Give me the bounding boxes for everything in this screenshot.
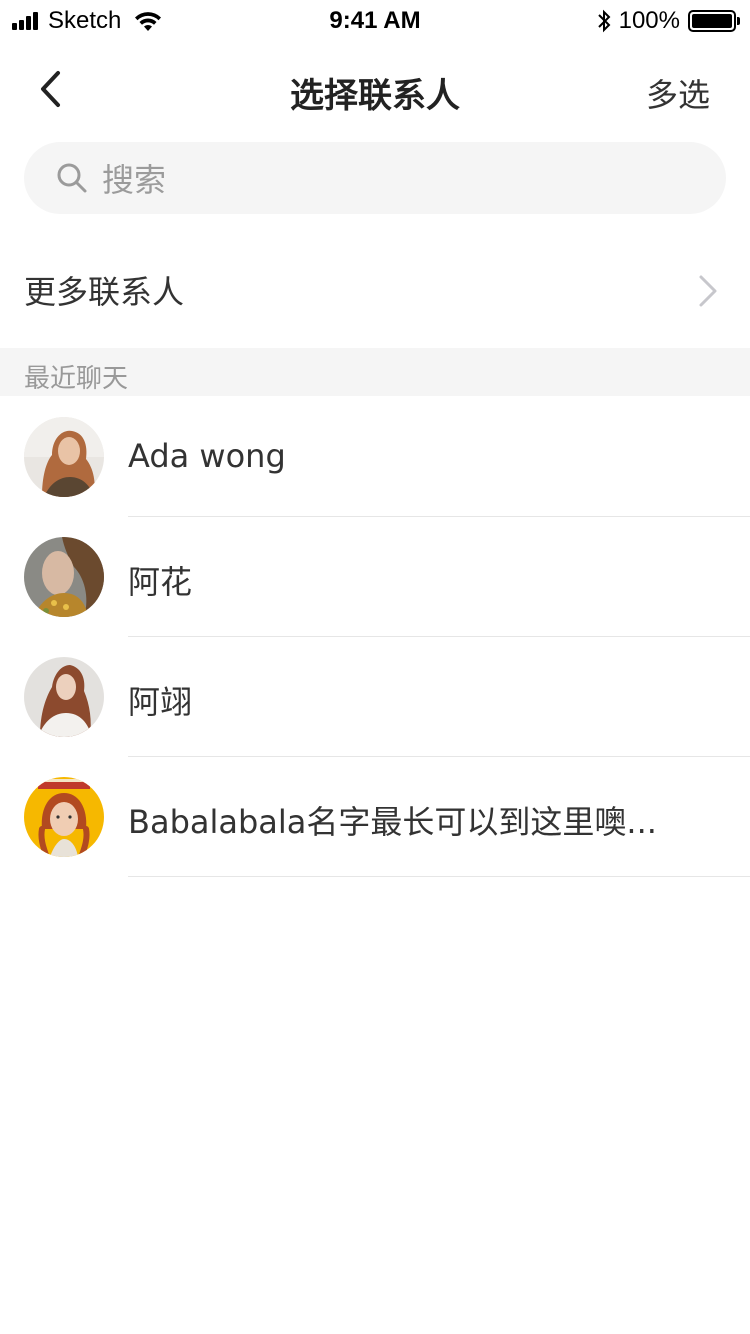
- contact-row[interactable]: Ada wong: [0, 397, 750, 517]
- avatar: [24, 537, 104, 617]
- contact-name: 阿翊: [128, 683, 193, 721]
- row-divider: [128, 876, 750, 877]
- contact-list: Ada wong 阿花 阿翊 Babalabala名字最长可以到这里噢...: [0, 397, 750, 877]
- search-placeholder: 搜索: [102, 161, 167, 199]
- contact-picker-screen: Sketch 9:41 AM 100% 选择联系人 多选 搜索 更多联系人 最近…: [0, 0, 750, 1334]
- contact-name: 阿花: [128, 563, 193, 601]
- status-right: 100%: [597, 7, 740, 34]
- nav-bar: 选择联系人 多选: [0, 40, 750, 138]
- status-bar: Sketch 9:41 AM 100%: [0, 0, 750, 40]
- search-input[interactable]: 搜索: [24, 142, 726, 214]
- more-contacts-row[interactable]: 更多联系人: [0, 232, 750, 348]
- bluetooth-icon: [597, 9, 611, 33]
- contact-row[interactable]: 阿翊: [0, 637, 750, 757]
- page-title: 选择联系人: [290, 76, 460, 116]
- more-contacts-label: 更多联系人: [24, 273, 185, 311]
- multi-select-button[interactable]: 多选: [646, 70, 710, 116]
- contact-row[interactable]: 阿花: [0, 517, 750, 637]
- contact-name: Ada wong: [128, 437, 286, 475]
- section-label: 最近聊天: [24, 364, 129, 394]
- battery-icon: [688, 10, 740, 32]
- avatar: [24, 777, 104, 857]
- chevron-right-icon: [699, 275, 717, 307]
- avatar: [24, 657, 104, 737]
- contact-name: Babalabala名字最长可以到这里噢...: [128, 803, 657, 841]
- search-icon: [57, 163, 87, 193]
- avatar: [24, 417, 104, 497]
- recent-chats-header: 最近聊天: [0, 348, 750, 396]
- contact-row[interactable]: Babalabala名字最长可以到这里噢...: [0, 757, 750, 877]
- battery-percent: 100%: [618, 7, 680, 34]
